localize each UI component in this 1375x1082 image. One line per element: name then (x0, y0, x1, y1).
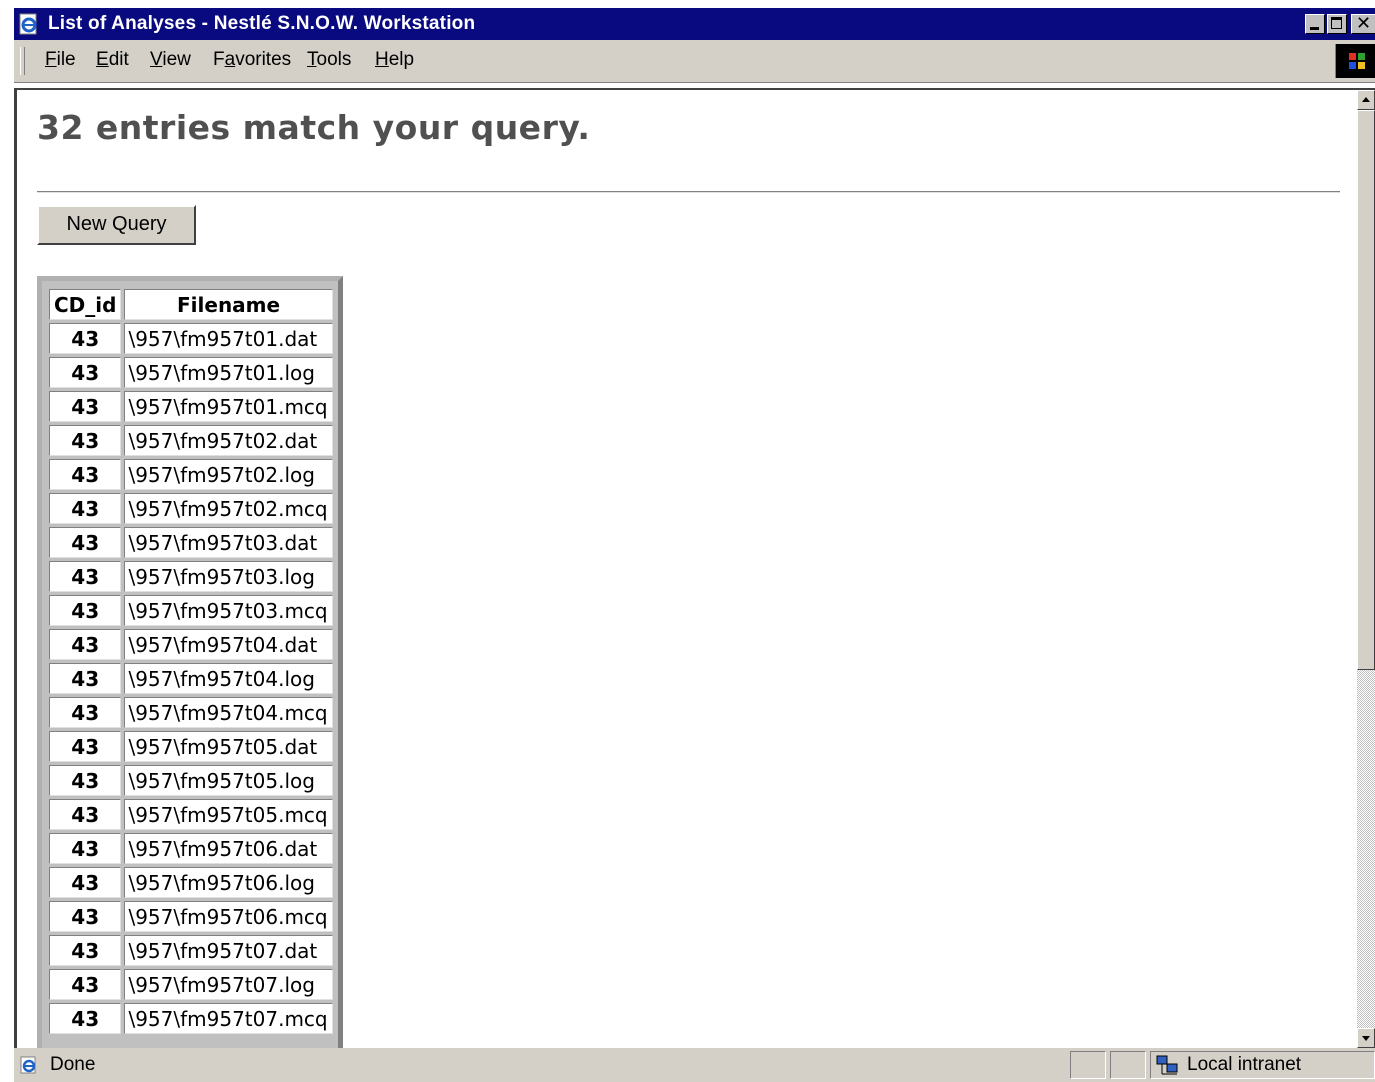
local-intranet-icon (1156, 1055, 1178, 1075)
cd-id-cell: 43 (49, 425, 122, 456)
filename-cell: \957\fm957t03.mcq (124, 595, 333, 626)
menu-bar: File Edit View Favorites Tools Help (14, 40, 1375, 83)
column-header-filename: Filename (124, 289, 333, 320)
table-row: 43 \957\fm957t05.mcq (49, 799, 333, 830)
cd-id-cell: 43 (49, 799, 122, 830)
close-button[interactable] (1351, 13, 1375, 34)
status-bar: Done Local intranet (14, 1048, 1375, 1082)
table-row: 43 \957\fm957t05.log (49, 765, 333, 796)
filename-cell: \957\fm957t01.dat (124, 323, 333, 354)
ie-page-icon (19, 13, 37, 35)
results-table: CD_id Filename 43 \957\fm957t01.dat 43 \957… (46, 286, 336, 1037)
table-row: 43 \957\fm957t04.dat (49, 629, 333, 660)
scroll-down-arrow-icon[interactable] (1357, 1028, 1375, 1048)
filename-cell: \957\fm957t06.mcq (124, 901, 333, 932)
filename-cell: \957\fm957t05.dat (124, 731, 333, 762)
vertical-scrollbar[interactable] (1357, 90, 1375, 1048)
menu-item-edit[interactable]: Edit (96, 49, 129, 71)
table-row: 43 \957\fm957t03.log (49, 561, 333, 592)
table-row: 43 \957\fm957t01.log (49, 357, 333, 388)
filename-cell: \957\fm957t07.log (124, 969, 333, 1000)
menu-item-view[interactable]: View (150, 49, 191, 71)
filename-cell: \957\fm957t06.dat (124, 833, 333, 864)
filename-cell: \957\fm957t04.log (124, 663, 333, 694)
page-heading: 32 entries match your query. (37, 108, 591, 147)
menu-item-tools[interactable]: Tools (307, 49, 351, 71)
cd-id-cell: 43 (49, 323, 122, 354)
menu-item-file[interactable]: File (45, 49, 76, 71)
filename-cell: \957\fm957t01.log (124, 357, 333, 388)
cd-id-cell: 43 (49, 765, 122, 796)
table-row: 43 \957\fm957t03.mcq (49, 595, 333, 626)
title-bar[interactable]: List of Analyses - Nestlé S.N.O.W. Works… (14, 8, 1375, 40)
table-row: 43 \957\fm957t07.mcq (49, 1003, 333, 1034)
filename-cell: \957\fm957t02.log (124, 459, 333, 490)
table-row: 43 \957\fm957t06.dat (49, 833, 333, 864)
cd-id-cell: 43 (49, 357, 122, 388)
menu-item-help[interactable]: Help (375, 49, 414, 71)
table-row: 43 \957\fm957t01.dat (49, 323, 333, 354)
table-row: 43 \957\fm957t07.log (49, 969, 333, 1000)
cd-id-cell: 43 (49, 867, 122, 898)
new-query-button[interactable]: New Query (37, 205, 196, 245)
table-row: 43 \957\fm957t06.log (49, 867, 333, 898)
filename-cell: \957\fm957t06.log (124, 867, 333, 898)
cd-id-cell: 43 (49, 969, 122, 1000)
table-row: 43 \957\fm957t05.dat (49, 731, 333, 762)
toolbar-grip[interactable] (20, 47, 25, 75)
cd-id-cell: 43 (49, 833, 122, 864)
cd-id-cell: 43 (49, 731, 122, 762)
filename-cell: \957\fm957t05.log (124, 765, 333, 796)
table-row: 43 \957\fm957t04.log (49, 663, 333, 694)
cd-id-cell: 43 (49, 527, 122, 558)
filename-cell: \957\fm957t03.dat (124, 527, 333, 558)
filename-cell: \957\fm957t05.mcq (124, 799, 333, 830)
table-row: 43 \957\fm957t02.mcq (49, 493, 333, 524)
table-row: 43 \957\fm957t04.mcq (49, 697, 333, 728)
ie-page-icon (20, 1056, 36, 1074)
filename-cell: \957\fm957t07.mcq (124, 1003, 333, 1034)
results-table-container: CD_id Filename 43 \957\fm957t01.dat 43 \957… (37, 276, 343, 1048)
page-content: 32 entries match your query. New Query C… (14, 88, 1375, 1048)
table-row: 43 \957\fm957t01.mcq (49, 391, 333, 422)
horizontal-rule (37, 191, 1340, 193)
table-header-row: CD_id Filename (49, 289, 333, 320)
cd-id-cell: 43 (49, 663, 122, 694)
status-panel (1110, 1051, 1146, 1079)
table-row: 43 \957\fm957t02.dat (49, 425, 333, 456)
table-row: 43 \957\fm957t07.dat (49, 935, 333, 966)
cd-id-cell: 43 (49, 901, 122, 932)
scrollbar-thumb[interactable] (1357, 110, 1375, 670)
throbber (1335, 44, 1375, 78)
cd-id-cell: 43 (49, 493, 122, 524)
menu-item-favorites[interactable]: Favorites (213, 49, 291, 71)
filename-cell: \957\fm957t07.dat (124, 935, 333, 966)
cd-id-cell: 43 (49, 1003, 122, 1034)
table-row: 43 \957\fm957t03.dat (49, 527, 333, 558)
maximize-button[interactable] (1327, 14, 1347, 34)
table-row: 43 \957\fm957t02.log (49, 459, 333, 490)
cd-id-cell: 43 (49, 391, 122, 422)
filename-cell: \957\fm957t02.mcq (124, 493, 333, 524)
cd-id-cell: 43 (49, 459, 122, 490)
status-panel (1070, 1051, 1106, 1079)
table-row: 43 \957\fm957t06.mcq (49, 901, 333, 932)
cd-id-cell: 43 (49, 561, 122, 592)
filename-cell: \957\fm957t04.dat (124, 629, 333, 660)
status-text: Done (50, 1054, 96, 1075)
window-title: List of Analyses - Nestlé S.N.O.W. Works… (48, 13, 476, 34)
cd-id-cell: 43 (49, 935, 122, 966)
column-header-cd-id: CD_id (49, 289, 122, 320)
windows-logo-icon (1349, 53, 1365, 69)
minimize-button[interactable] (1305, 14, 1325, 34)
filename-cell: \957\fm957t02.dat (124, 425, 333, 456)
filename-cell: \957\fm957t01.mcq (124, 391, 333, 422)
cd-id-cell: 43 (49, 595, 122, 626)
cd-id-cell: 43 (49, 697, 122, 728)
scroll-up-arrow-icon[interactable] (1357, 90, 1375, 110)
cd-id-cell: 43 (49, 629, 122, 660)
filename-cell: \957\fm957t04.mcq (124, 697, 333, 728)
filename-cell: \957\fm957t03.log (124, 561, 333, 592)
zone-text: Local intranet (1187, 1054, 1302, 1075)
